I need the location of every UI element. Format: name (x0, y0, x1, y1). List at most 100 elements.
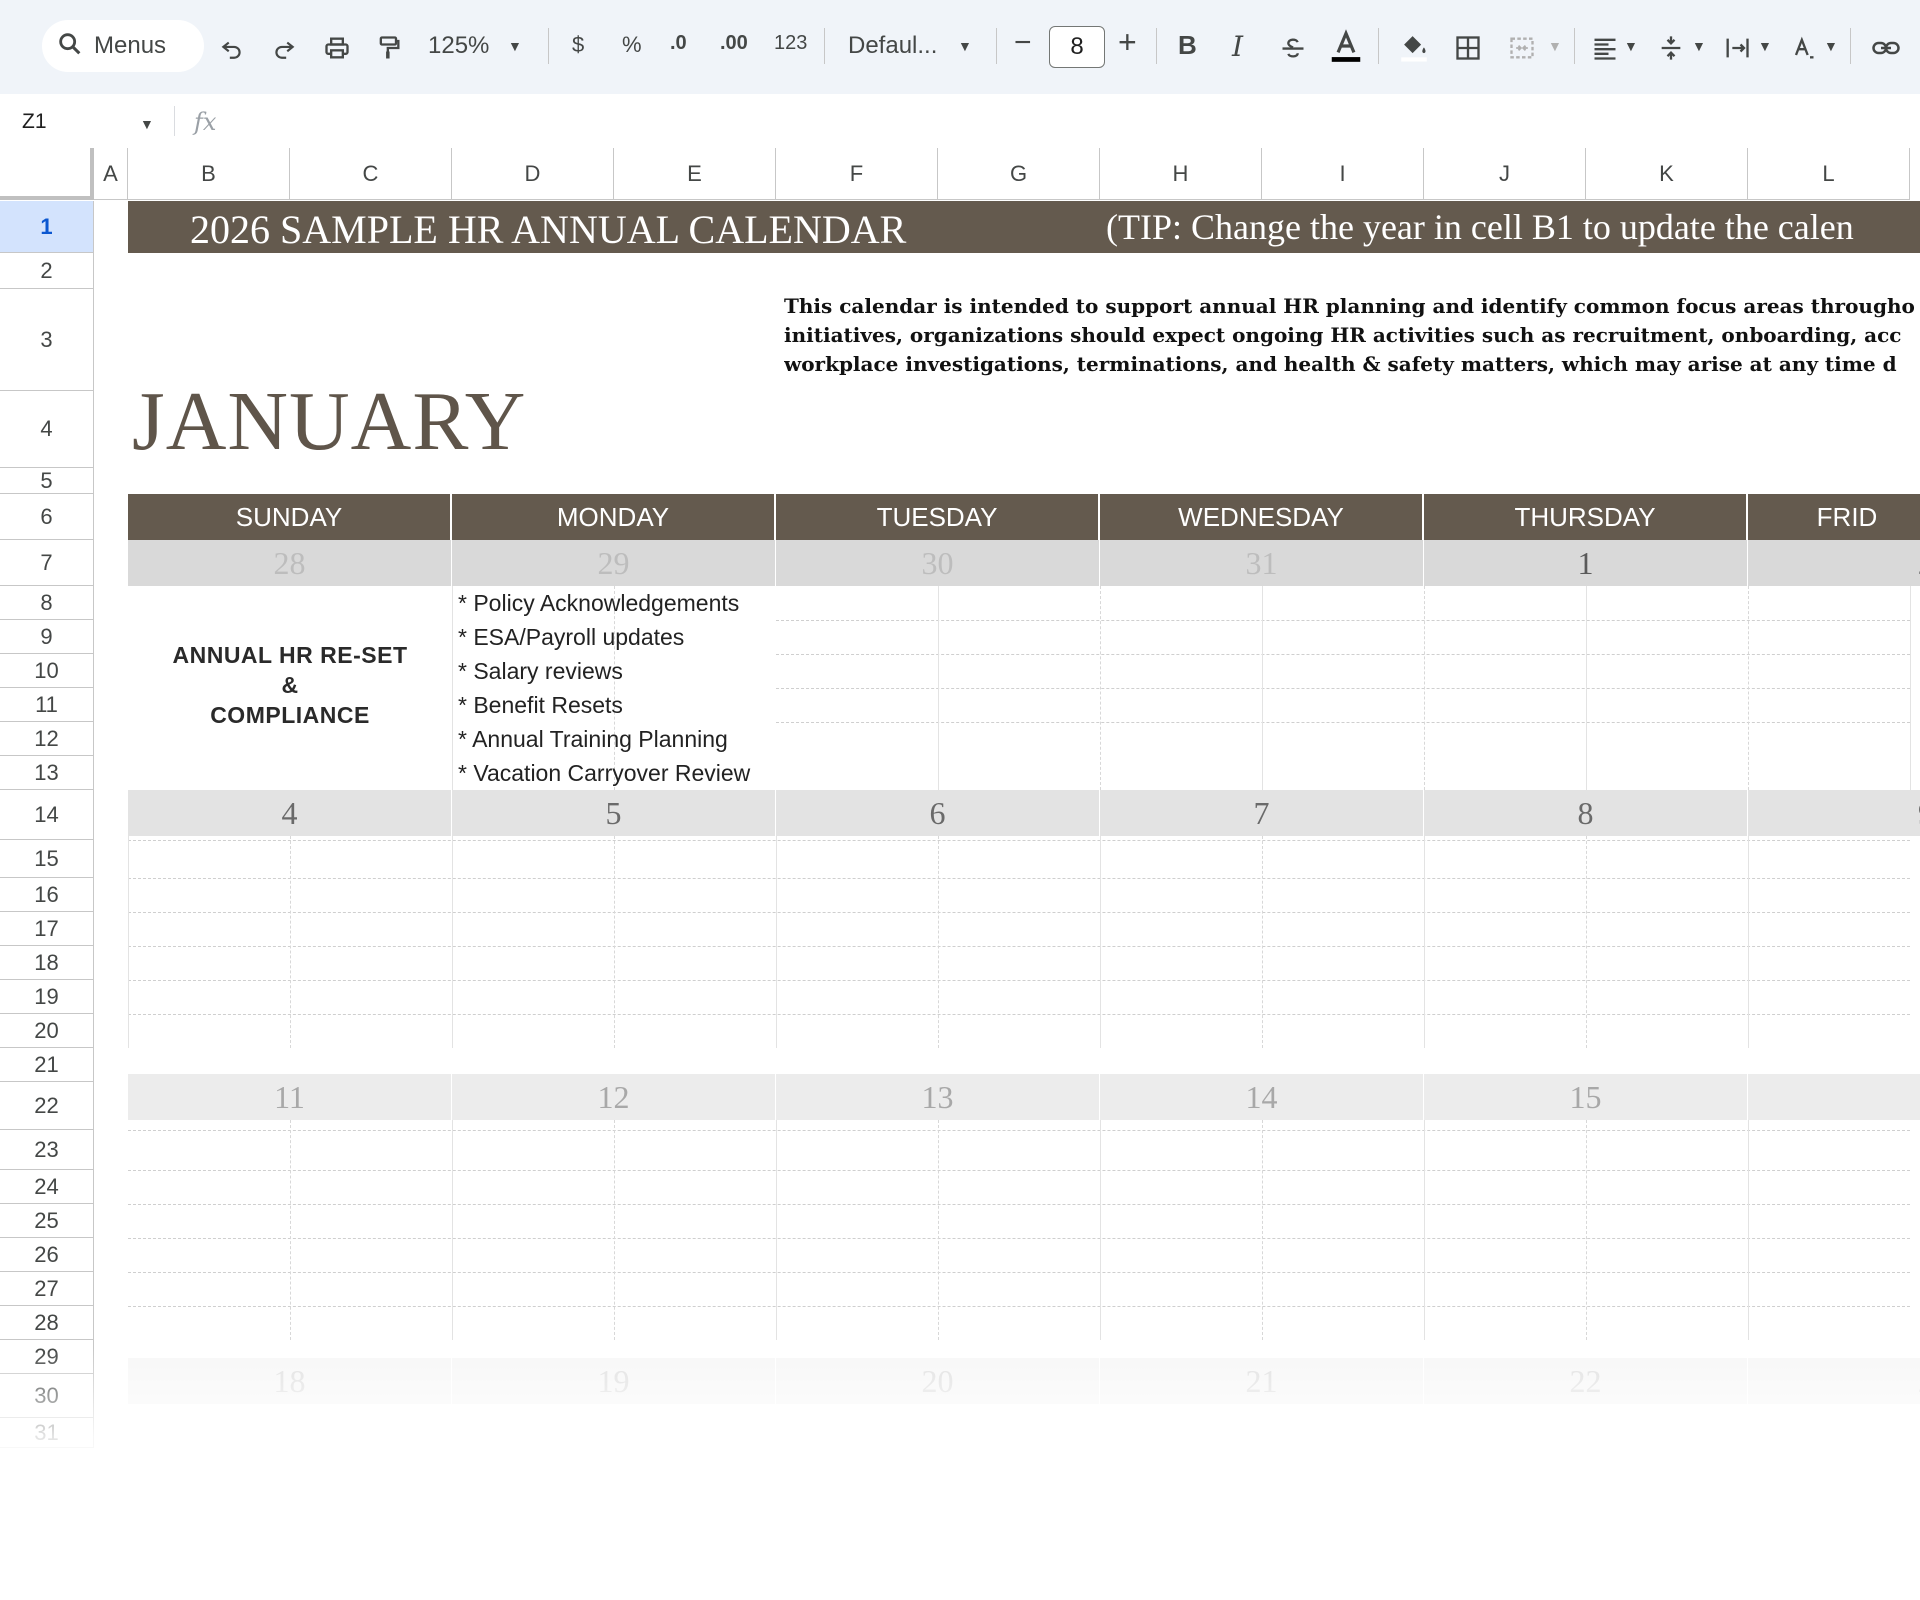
cell-gridline (938, 1120, 939, 1340)
date-cell[interactable]: 28 (128, 540, 452, 586)
link-icon[interactable] (1868, 30, 1904, 66)
date-cell[interactable]: 30 (776, 540, 1100, 586)
day-header-thursday: THURSDAY (1424, 494, 1748, 540)
merge-cells-icon[interactable] (1504, 30, 1540, 66)
date-cell[interactable]: 9 (1748, 790, 1920, 836)
day-header-tuesday: TUESDAY (776, 494, 1100, 540)
cell-gridline (128, 912, 1910, 913)
formula-input[interactable] (230, 100, 1910, 140)
cell-gridline (290, 1120, 291, 1340)
number-format-button[interactable]: 123 (774, 32, 807, 55)
chevron-down-icon[interactable]: ▼ (1548, 38, 1562, 54)
decrease-font-size-button[interactable]: − (1014, 26, 1032, 60)
currency-format-button[interactable]: $ (572, 32, 584, 58)
task-item[interactable]: * Annual Training Planning (458, 726, 728, 753)
cell-gridline (1100, 586, 1101, 790)
cell-gridline (1910, 586, 1911, 790)
date-cell[interactable]: 2 (1748, 540, 1920, 586)
toolbar-divider (1574, 28, 1575, 64)
text-wrapping-icon[interactable] (1720, 30, 1754, 66)
intro-line: This calendar is intended to support ann… (784, 294, 1915, 318)
cell-gridline (1262, 836, 1263, 1048)
print-icon[interactable] (320, 30, 354, 66)
date-cell[interactable]: 12 (452, 1074, 776, 1120)
task-item[interactable]: * Vacation Carryover Review (458, 760, 750, 787)
chevron-down-icon[interactable]: ▼ (1624, 38, 1638, 54)
redo-icon[interactable] (268, 30, 300, 66)
cell-gridline (938, 836, 939, 1048)
date-cell[interactable]: 29 (452, 540, 776, 586)
horizontal-align-icon[interactable] (1588, 30, 1622, 66)
cell-gridline (1424, 1120, 1425, 1340)
font-size-input[interactable]: 8 (1049, 26, 1105, 68)
cell-gridline (128, 878, 1910, 879)
cell-gridline (452, 1120, 453, 1340)
task-item[interactable]: * ESA/Payroll updates (458, 624, 684, 651)
date-cell[interactable]: 31 (1100, 540, 1424, 586)
paint-format-icon[interactable] (372, 30, 406, 66)
vertical-align-icon[interactable] (1654, 30, 1688, 66)
date-cell[interactable]: 11 (128, 1074, 452, 1120)
text-rotation-icon[interactable] (1786, 30, 1820, 66)
text-color-icon[interactable] (1326, 26, 1366, 66)
date-cell[interactable]: 16 (1748, 1074, 1920, 1120)
name-box[interactable]: Z1 (22, 110, 47, 134)
intro-line: workplace investigations, terminations, … (784, 352, 1897, 376)
cell-gridline (1100, 836, 1101, 1048)
task-item[interactable]: * Benefit Resets (458, 692, 623, 719)
date-cell[interactable]: 13 (776, 1074, 1100, 1120)
cell-gridline (128, 1170, 1910, 1171)
decrease-decimal-button[interactable]: .0 (670, 32, 687, 55)
task-item[interactable]: * Policy Acknowledgements (458, 590, 739, 617)
date-cell[interactable]: 1 (1424, 540, 1748, 586)
day-header-monday: MONDAY (452, 494, 776, 540)
cell-gridline (128, 836, 129, 1048)
cell-gridline (128, 946, 1910, 947)
chevron-down-icon[interactable]: ▼ (958, 38, 972, 54)
task-item[interactable]: * Salary reviews (458, 658, 623, 685)
chevron-down-icon[interactable]: ▼ (508, 38, 522, 54)
date-cell[interactable]: 6 (776, 790, 1100, 836)
font-select[interactable]: Defaul... (848, 32, 937, 60)
cell-gridline (614, 836, 615, 1048)
chevron-down-icon[interactable]: ▼ (1824, 38, 1838, 54)
calendar-title: 2026 SAMPLE HR ANNUAL CALENDAR (190, 207, 907, 252)
chevron-down-icon[interactable]: ▼ (140, 116, 154, 132)
day-header-sunday: SUNDAY (128, 494, 452, 540)
cell-gridline (1748, 1120, 1749, 1340)
date-cell[interactable]: 4 (128, 790, 452, 836)
chevron-down-icon[interactable]: ▼ (1758, 38, 1772, 54)
borders-icon[interactable] (1450, 30, 1486, 66)
cell-gridline (128, 1014, 1910, 1015)
cell-gridline (776, 722, 1910, 723)
undo-icon[interactable] (216, 30, 248, 66)
cell-gridline (938, 586, 939, 790)
increase-font-size-button[interactable]: + (1118, 24, 1137, 61)
date-cell[interactable]: 8 (1424, 790, 1748, 836)
cell-gridline (1262, 586, 1263, 790)
zoom-select[interactable]: 125% (428, 32, 489, 60)
italic-button[interactable]: I (1232, 30, 1243, 63)
chevron-down-icon[interactable]: ▼ (1692, 38, 1706, 54)
increase-decimal-button[interactable]: .00 (720, 32, 748, 55)
bold-button[interactable]: B (1178, 30, 1197, 61)
cell-gridline (452, 836, 453, 1048)
cell-gridline (614, 1120, 615, 1340)
cell-gridline (290, 836, 291, 1048)
date-cell[interactable]: 15 (1424, 1074, 1748, 1120)
toolbar: Menus 125% ▼ $ % .0 .00 123 Defaul... ▼ … (0, 0, 1920, 94)
fill-color-icon[interactable] (1394, 26, 1434, 66)
date-cell[interactable]: 7 (1100, 790, 1424, 836)
percent-format-button[interactable]: % (622, 32, 642, 58)
date-cell[interactable]: 14 (1100, 1074, 1424, 1120)
annual-hr-reset-label[interactable]: ANNUAL HR RE-SET & COMPLIANCE (128, 640, 452, 730)
formula-divider (174, 106, 175, 136)
cell-gridline (128, 1306, 1910, 1307)
menu-search[interactable]: Menus (42, 20, 204, 72)
annual-label-line: ANNUAL HR RE-SET (172, 642, 408, 668)
date-cell[interactable]: 5 (452, 790, 776, 836)
cell-gridline (1100, 1120, 1101, 1340)
strikethrough-icon[interactable] (1276, 30, 1310, 66)
cell-gridline (128, 1130, 1910, 1131)
intro-text[interactable]: This calendar is intended to support ann… (784, 292, 1920, 379)
